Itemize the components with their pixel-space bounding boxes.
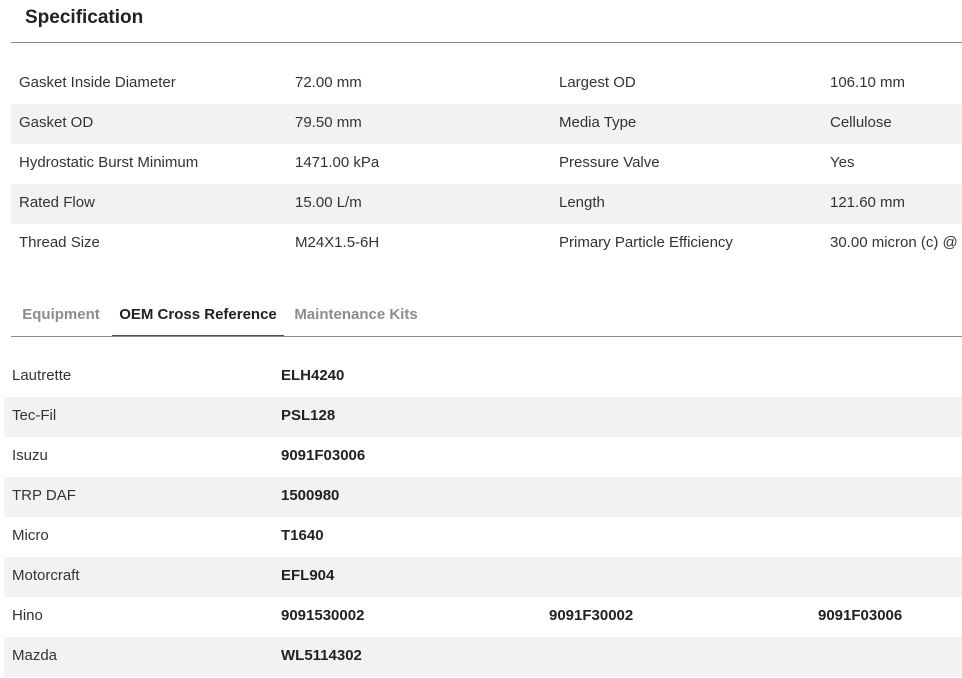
spec-value: Cellulose [830,114,892,131]
table-row: Tec-Fil PSL128 [4,397,962,437]
oem-brand: Mazda [12,647,58,664]
spec-value: 106.10 mm [830,74,906,91]
spec-label: Hydrostatic Burst Minimum [19,154,199,171]
spec-value: 121.60 mm [830,194,906,211]
spec-label: Length [559,194,605,211]
table-row: Micro T1640 [4,517,962,557]
spec-label: Pressure Valve [559,154,660,171]
spec-label: Gasket OD [19,114,94,131]
table-row: Motorcraft EFL904 [4,557,962,597]
spec-value: 15.00 L/m [295,194,362,211]
table-row: Hino 9091530002 9091F30002 9091F03006 [4,597,962,637]
table-row: Lautrette ELH4240 [4,357,962,397]
oem-cross-reference-table: Lautrette ELH4240 Tec-Fil PSL128 Isuzu 9… [4,357,962,677]
spec-row: Gasket Inside Diameter 72.00 mm Largest … [11,64,962,104]
spec-label: Largest OD [559,74,636,91]
spec-label: Rated Flow [19,194,95,211]
oem-brand: Lautrette [12,367,72,384]
oem-brand: Motorcraft [12,567,80,584]
spec-row: Hydrostatic Burst Minimum 1471.00 kPa Pr… [11,144,962,184]
spec-value: 30.00 micron (c) @ 9 [830,234,962,251]
oem-part-number: PSL128 [281,407,336,424]
specification-title: Specification [25,7,144,28]
oem-part-number: WL5114302 [281,647,362,664]
oem-brand: Micro [12,527,49,544]
oem-part-number: 9091F03006 [818,607,903,624]
spec-label: Primary Particle Efficiency [559,234,733,251]
spec-value: M24X1.5-6H [295,234,380,251]
spec-row: Gasket OD 79.50 mm Media Type Cellulose [11,104,962,144]
oem-part-number: ELH4240 [281,367,345,384]
tab-maintenance-kits[interactable]: Maintenance Kits [292,294,420,336]
table-row: TRP DAF 1500980 [4,477,962,517]
spec-value: Yes [830,154,855,171]
oem-part-number: T1640 [281,527,324,544]
oem-part-number: 1500980 [281,487,340,504]
spec-table: Gasket Inside Diameter 72.00 mm Largest … [11,64,962,264]
oem-brand: Tec-Fil [12,407,57,424]
table-row: Isuzu 9091F03006 [4,437,962,477]
spec-value: 79.50 mm [295,114,362,131]
oem-part-number: 9091530002 [281,607,365,624]
table-row: Mazda WL5114302 [4,637,962,677]
tab-equipment[interactable]: Equipment [11,294,111,336]
oem-part-number: 9091F03006 [281,447,366,464]
spec-value: 1471.00 kPa [295,154,380,171]
oem-part-number: 9091F30002 [549,607,634,624]
oem-part-number: EFL904 [281,567,335,584]
spec-row: Rated Flow 15.00 L/m Length 121.60 mm [11,184,962,224]
tab-oem-cross-reference[interactable]: OEM Cross Reference [112,294,284,337]
oem-brand: TRP DAF [12,487,76,504]
spec-label: Thread Size [19,234,100,251]
spec-label: Media Type [559,114,637,131]
tabs-divider [11,336,962,337]
spec-row: Thread Size M24X1.5-6H Primary Particle … [11,224,962,264]
spec-value: 72.00 mm [295,74,362,91]
title-divider [11,42,962,43]
oem-brand: Isuzu [12,447,48,464]
oem-brand: Hino [12,607,43,624]
spec-label: Gasket Inside Diameter [19,74,176,91]
tab-bar: Equipment OEM Cross Reference Maintenanc… [11,294,962,337]
